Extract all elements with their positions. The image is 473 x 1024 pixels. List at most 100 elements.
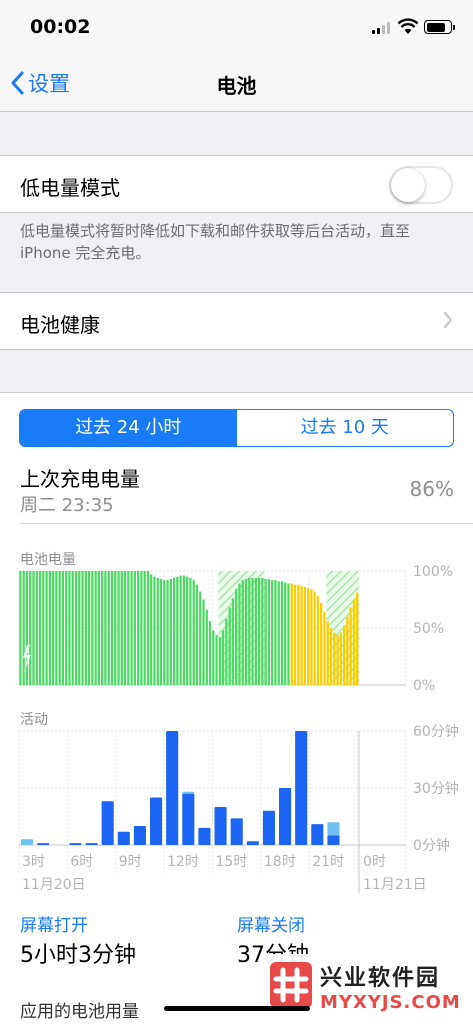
battery-level-bar (101, 571, 104, 685)
segment-last-10-days[interactable]: 过去 10 天 (237, 410, 454, 446)
battery-level-bar (97, 571, 101, 685)
battery-level-bar (320, 602, 323, 685)
segment-last-24-hours[interactable]: 过去 24 小时 (20, 410, 237, 446)
battery-level-bar (159, 578, 163, 685)
screen-off-bar (327, 822, 340, 836)
battery-level-bar (205, 609, 208, 685)
battery-level-bar (127, 571, 130, 685)
battery-level-bar (244, 578, 248, 685)
battery-level-bar (221, 630, 225, 685)
battery-level-bar (140, 571, 143, 685)
battery-level-bar (172, 577, 176, 685)
battery-level-bar (65, 571, 68, 685)
battery-level-bar (163, 580, 166, 685)
last-charge-percent: 86% (409, 477, 454, 501)
low-power-mode-row: 低电量模式 (0, 155, 473, 213)
divider (20, 523, 473, 524)
status-bar: 00:02 (0, 0, 473, 56)
battery-level-bar (199, 591, 202, 685)
battery-level-bar (339, 632, 342, 685)
battery-level-bar (202, 599, 205, 685)
battery-level-bar (241, 580, 244, 685)
watermark-domain: MYXYJS.COM (320, 992, 461, 1013)
screen-on-bar (133, 826, 146, 845)
last-charge-title: 上次充电电量 (20, 467, 140, 491)
battery-usage-panel: 过去 24 小时 过去 10 天 上次充电电量 周二 23:35 86% 电池电… (0, 392, 473, 1024)
battery-level-bar (58, 571, 61, 685)
screen-on-bar (182, 793, 195, 845)
battery-level-bar (349, 607, 352, 685)
home-indicator (164, 1006, 310, 1011)
screen-on-bar (327, 835, 340, 845)
battery-level-bar (326, 621, 329, 685)
screen-on-label: 屏幕打开 (20, 916, 88, 936)
activity-x-tick-label: 12时 (167, 854, 199, 870)
battery-level-bar (130, 571, 133, 685)
battery-level-bar (117, 571, 120, 685)
activity-x-tick-label: 15时 (216, 854, 248, 870)
battery-level-bar (35, 571, 38, 685)
battery-level-bar (225, 618, 228, 685)
date-label: 11月20日 (22, 877, 86, 893)
battery-level-bar (235, 589, 238, 685)
battery-icon (424, 20, 455, 34)
screen-on-bar (166, 731, 179, 845)
battery-level-bar (71, 571, 74, 685)
battery-level-bar (45, 571, 48, 685)
battery-level-bar (336, 634, 339, 685)
screen-on-bar (101, 801, 114, 845)
battery-level-bar (303, 586, 306, 685)
battery-level-bar (38, 571, 42, 685)
battery-level-bar (313, 591, 316, 685)
screen-on-bar (246, 841, 259, 845)
page-title: 电池 (216, 74, 257, 98)
battery-level-bar (228, 607, 231, 685)
battery-level-bar (61, 571, 65, 685)
low-power-mode-toggle[interactable] (389, 166, 453, 204)
battery-level-bar (192, 580, 195, 685)
battery-level-bar (120, 571, 123, 685)
screen-on-bar (295, 731, 308, 845)
battery-level-bar (32, 571, 35, 685)
battery-level-bar (19, 571, 22, 685)
battery-level-bar (257, 577, 261, 685)
activity-y-tick-label: 30分钟 (413, 780, 459, 797)
battery-health-row[interactable]: 电池健康 (0, 292, 473, 350)
battery-level-bar (329, 628, 333, 685)
app-battery-usage-label: 应用的电池用量 (20, 1002, 139, 1022)
battery-level-bar (346, 616, 349, 685)
battery-level-bar (42, 571, 45, 685)
site-watermark: 兴业软件园 MYXYJS.COM (266, 954, 473, 1024)
battery-level-bar (284, 582, 287, 685)
screen-on-bar (37, 843, 50, 845)
battery-level-bar (274, 580, 277, 685)
battery-level-chart: 100% 50% 0% (18, 564, 453, 693)
battery-level-bar (136, 571, 140, 685)
activity-x-tick-label: 9时 (119, 854, 142, 870)
battery-level-bar (74, 571, 78, 685)
battery-level-bar (280, 581, 284, 685)
cellular-signal-icon (372, 22, 392, 34)
battery-y-tick-label: 50% (413, 621, 444, 637)
activity-chart: 60分钟 30分钟 0分钟 3时 6时 9时 12时 15时 18时 21时 0时 11月20日 11月… (18, 723, 459, 893)
battery-level-bar (29, 571, 32, 685)
battery-level-bar (166, 580, 169, 685)
activity-x-tick-label: 18时 (264, 854, 296, 870)
battery-level-bar (271, 580, 274, 685)
battery-level-bar (300, 585, 303, 685)
watermark-logo-icon (270, 962, 312, 1008)
battery-level-bar (22, 571, 25, 685)
battery-level-bar (208, 621, 212, 685)
battery-level-bar (81, 571, 84, 685)
status-time: 00:02 (30, 16, 91, 38)
date-label: 11月21日 (363, 877, 427, 893)
battery-level-bar (146, 571, 150, 685)
battery-level-bar (218, 637, 221, 685)
battery-level-bar (248, 577, 251, 685)
battery-y-tick-label: 0% (413, 678, 435, 693)
battery-level-bar (333, 632, 336, 685)
battery-level-bar (107, 571, 110, 685)
battery-level-bar (231, 598, 235, 685)
battery-level-bar (195, 584, 199, 685)
battery-level-bar (68, 571, 71, 685)
